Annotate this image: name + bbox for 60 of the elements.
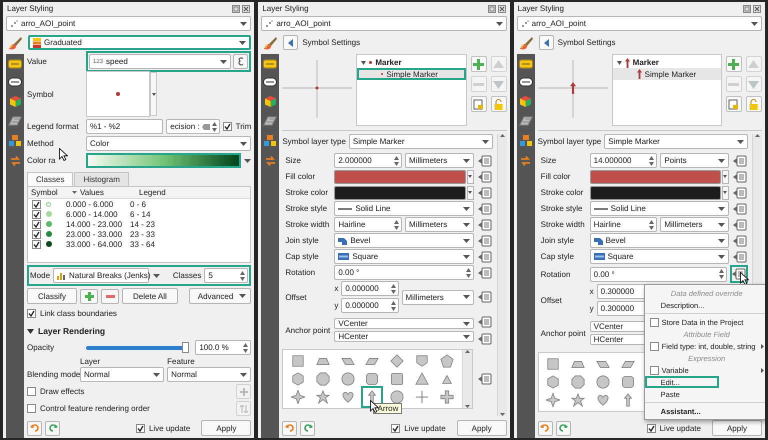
field-label: Stroke width [540,220,586,229]
panel-title: Layer Styling [262,4,309,13]
field-label: Cap style [540,252,576,261]
panel-header: Symbol Settings [302,38,360,47]
field-label: Legend format [27,122,80,131]
panel-title: Layer Styling [518,4,564,13]
field-label: Feature [167,357,196,366]
field-label: Classes [172,271,202,280]
checkbox-label: Trim [236,122,252,131]
field-label: Anchor point [540,328,587,338]
field-label: Offset [540,296,563,304]
table-cell-text: 14.000 - 23.000 [66,220,124,228]
field-label: Symbol layer type [538,137,602,146]
axis-label: y [334,301,338,310]
table-cell-text: 6.000 - 14.000 [66,210,119,218]
field-label: Join style [540,236,576,245]
field-label: Mode [30,271,50,280]
field-label: Anchor point [284,326,332,334]
table-cell: 0 - 6 [130,200,146,208]
table-cell: 23 - 33 [130,230,155,238]
field-label: Rotation [284,268,316,277]
checkbox-label: Draw effects [40,387,84,396]
field-label: Cap style [284,252,320,261]
table-cell: 6 - 14 [130,210,150,218]
tooltip: Arrow [373,403,402,414]
field-label: Symbol [27,90,55,98]
field-label: Opacity [27,343,56,352]
field-label: Layer [80,357,102,366]
table-cell: 33 - 64 [130,240,155,248]
table-cell: 14 - 23 [130,220,155,228]
field-label: Offset [284,292,308,302]
field-label: Size [540,156,558,165]
table-cell-text: 33.000 - 64.000 [66,240,124,248]
axis-label: x [334,284,338,293]
field-label: Stroke style [284,204,328,213]
field-label: Stroke color [284,188,330,197]
field-label: Size [284,156,302,165]
checkbox-label: Live update [148,424,190,432]
section-title: Layer Rendering [38,326,106,336]
axis-label: y [590,304,594,313]
checkbox-label: Live update [660,424,701,432]
field-label: Value [27,57,48,66]
panel-title: Layer Styling [7,4,54,13]
field-label: Rotation [540,270,572,278]
field-label: Join style [284,236,320,245]
field-label: Symbol layer type [282,137,346,146]
panel-header: Symbol Settings [558,38,616,47]
checkbox-label: Control feature rendering order [40,404,150,413]
field-label: Color ra [27,156,56,165]
checkbox-label: Live update [404,424,446,432]
field-label: Stroke style [540,204,584,213]
checkbox-label: Link class boundaries [40,309,117,318]
field-label: Method [27,139,55,148]
table-cell-text: 0.000 - 6.000 [66,200,114,208]
field-label: Fill color [284,172,316,181]
field-label: Stroke color [540,188,584,197]
field-label: Fill color [540,172,572,181]
field-label: Stroke width [284,220,330,229]
table-cell-text: 23.000 - 33.000 [66,230,124,238]
axis-label: x [590,287,594,296]
